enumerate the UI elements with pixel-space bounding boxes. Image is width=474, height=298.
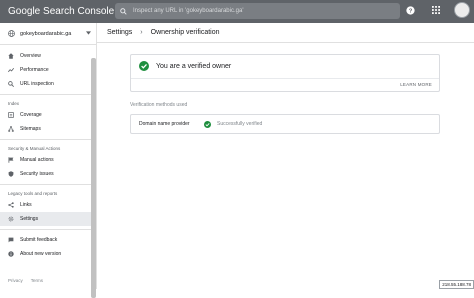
sidebar-item-label: Links <box>20 202 32 208</box>
sidebar-item-label: Sitemaps <box>20 126 41 132</box>
sidebar-item-links[interactable]: Links <box>0 198 96 212</box>
shield-icon <box>8 171 14 177</box>
caret-down-icon <box>86 31 91 35</box>
main-content: Settings › Ownership verification You ar… <box>97 23 474 289</box>
sidebar-item-submit-feedback[interactable]: Submit feedback <box>0 233 96 247</box>
section-label-index: Index <box>0 98 96 108</box>
check-circle-icon <box>139 61 149 71</box>
sidebar-item-security-issues[interactable]: Security issues <box>0 167 96 181</box>
page-title: Ownership verification <box>151 29 220 36</box>
property-name: gokeyboardarabic.ga <box>20 31 71 37</box>
help-icon[interactable]: ? <box>404 4 417 17</box>
breadcrumb-settings-link[interactable]: Settings <box>107 29 132 36</box>
sidebar-item-performance[interactable]: Performance <box>0 63 96 77</box>
verified-message: You are a verified owner <box>156 63 231 70</box>
property-selector[interactable]: gokeyboardarabic.ga <box>0 23 96 45</box>
chevron-right-icon: › <box>140 29 142 36</box>
sidebar-item-label: Manual actions <box>20 157 54 163</box>
footer-links: Privacy Terms <box>8 278 43 283</box>
divider <box>0 184 96 185</box>
method-name: Domain name provider <box>131 121 204 127</box>
sidebar-item-coverage[interactable]: Coverage <box>0 108 96 122</box>
apps-grid-icon[interactable] <box>429 4 442 17</box>
search-icon <box>120 8 127 15</box>
methods-section-label: Verification methods used <box>130 102 187 108</box>
sidebar-item-url-inspection[interactable]: URL inspection <box>0 77 96 91</box>
svg-text:?: ? <box>409 8 413 14</box>
flag-icon <box>8 157 14 163</box>
sidebar-item-label: URL inspection <box>20 81 54 87</box>
privacy-link[interactable]: Privacy <box>8 278 23 283</box>
sidebar-item-overview[interactable]: Overview <box>0 49 96 63</box>
app-logo[interactable]: Google Search Console <box>0 6 116 17</box>
section-label-legacy: Legacy tools and reports <box>0 188 96 198</box>
trend-icon <box>8 67 14 73</box>
sidebar-scrollbar[interactable] <box>91 58 96 298</box>
divider <box>0 139 96 140</box>
divider <box>0 94 96 95</box>
search-input[interactable]: Inspect any URL in 'gokeyboardarabic.ga' <box>133 8 243 14</box>
sidebar-item-settings[interactable]: Settings <box>0 212 96 226</box>
sidebar-item-label: Overview <box>20 53 41 59</box>
url-inspect-search[interactable]: Inspect any URL in 'gokeyboardarabic.ga' <box>115 3 400 19</box>
home-icon <box>8 53 14 59</box>
app-title: Google Search Console <box>8 6 114 17</box>
sidebar-item-label: Settings <box>20 216 38 222</box>
method-status-text: Successfully verified <box>217 121 262 127</box>
learn-more-button[interactable]: LEARN MORE <box>400 82 432 87</box>
sitemaps-icon <box>8 126 14 132</box>
globe-icon <box>8 30 15 37</box>
check-circle-icon <box>204 121 211 128</box>
sidebar-item-sitemaps[interactable]: Sitemaps <box>0 122 96 136</box>
ip-address-badge: 218.55.188.78 <box>439 280 474 289</box>
terms-link[interactable]: Terms <box>31 278 43 283</box>
divider <box>0 229 96 230</box>
verified-owner-card: You are a verified owner LEARN MORE <box>130 54 440 92</box>
gear-icon <box>8 216 14 222</box>
search-icon <box>8 81 14 87</box>
top-app-bar: Google Search Console Inspect any URL in… <box>0 0 474 23</box>
avatar[interactable] <box>454 2 470 18</box>
sidebar: gokeyboardarabic.ga Overview Performance… <box>0 23 97 289</box>
sidebar-item-about-new-version[interactable]: About new version <box>0 247 96 261</box>
coverage-icon <box>8 112 14 118</box>
method-status: Successfully verified <box>204 121 262 128</box>
sidebar-item-label: Performance <box>20 67 49 73</box>
divider <box>131 78 439 79</box>
sidebar-item-manual-actions[interactable]: Manual actions <box>0 153 96 167</box>
info-icon <box>8 251 14 257</box>
sidebar-item-label: Security issues <box>20 171 54 177</box>
feedback-icon <box>8 237 14 243</box>
links-icon <box>8 202 14 208</box>
verification-method-row: Domain name provider Successfully verifi… <box>130 114 440 134</box>
sidebar-item-label: About new version <box>20 251 61 257</box>
sidebar-item-label: Submit feedback <box>20 237 57 243</box>
breadcrumb: Settings › Ownership verification <box>97 23 474 43</box>
sidebar-item-label: Coverage <box>20 112 42 118</box>
section-label-security: Security & Manual Actions <box>0 143 96 153</box>
